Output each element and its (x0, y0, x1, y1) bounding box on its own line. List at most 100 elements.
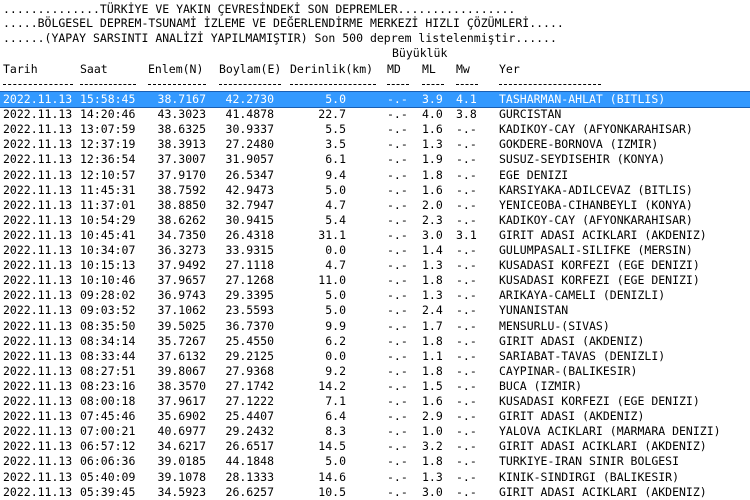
cell-lon: 26.4318 (225, 227, 274, 242)
cell-lat: 38.7592 (157, 182, 206, 197)
cell-mw: -.- (456, 348, 477, 363)
table-row[interactable]: 2022.11.13 10:15:13 37.9492 27.1118 4.7 -.- 1.… (0, 258, 750, 273)
cell-md: -.- (387, 424, 408, 439)
cell-time: 15:58:45 (80, 92, 136, 106)
table-row[interactable]: 2022.11.13 11:37:01 38.8850 32.7947 4.7 -.- 2.… (0, 198, 750, 213)
table-row[interactable]: 2022.11.13 10:45:41 34.7350 26.4318 31.1 -.- 3… (0, 228, 750, 243)
table-row[interactable]: 2022.11.13 08:00:18 37.9617 27.1222 7.1 -.- 1.… (0, 394, 750, 409)
cell-time: 12:36:54 (80, 152, 136, 167)
cell-mw: -.- (456, 378, 477, 393)
cell-mw: -.- (456, 303, 477, 318)
table-row[interactable]: 2022.11.13 07:00:21 40.6977 29.2432 8.3 -.- 1.… (0, 424, 750, 439)
col-header-depth[interactable]: Derinlik(km) (290, 62, 373, 76)
cell-place: MENSURLU-(SIVAS) (499, 318, 610, 333)
table-row[interactable]: 2022.11.13 07:45:46 35.6902 25.4407 6.4 -.- 2.… (0, 409, 750, 424)
cell-lat: 37.9617 (157, 394, 206, 408)
cell-time: 10:34:07 (80, 243, 136, 257)
table-row[interactable]: 2022.11.13 08:23:16 38.3570 27.1742 14.2 -.- 1… (0, 379, 750, 394)
cell-lon: 28.1333 (225, 469, 274, 484)
table-row[interactable]: 2022.11.13 13:07:59 38.6325 30.9337 5.5 -.- 1.… (0, 122, 750, 137)
cell-lat: 38.7167 (157, 92, 206, 106)
table-row[interactable]: 2022.11.13 06:06:36 39.0185 44.1848 5.0 -.- 1.… (0, 454, 750, 469)
table-row[interactable]: 2022.11.13 05:40:09 39.1078 28.1333 14.6 -.- 1… (0, 470, 750, 485)
cell-lon: 27.2480 (225, 137, 274, 152)
table-row[interactable]: 2022.11.13 09:03:52 37.1062 23.5593 5.0 -.- 2.… (0, 303, 750, 318)
col-header-lat[interactable]: Enlem(N) (148, 62, 203, 76)
table-row[interactable]: 2022.11.13 08:27:51 39.8067 27.9368 9.2 -.- 1.… (0, 364, 750, 379)
cell-lon: 30.9415 (225, 212, 274, 227)
cell-depth: 9.2 (325, 363, 346, 378)
cell-time: 09:03:52 (80, 303, 136, 318)
cell-place: SARIABAT-TAVAS (DENIZLI) (499, 348, 666, 363)
cell-mw: -.- (456, 363, 477, 378)
cell-time: 12:37:19 (80, 137, 136, 152)
cell-lat: 39.8067 (157, 363, 206, 378)
table-row-selected[interactable]: 2022.11.13 15:58:45 38.7167 42.2730 5.0 -.- 3.… (0, 91, 750, 108)
col-header-md[interactable]: MD (387, 62, 401, 76)
table-row[interactable]: 2022.11.13 10:54:29 38.6262 30.9415 5.4 -.- 2.… (0, 213, 750, 228)
table-row[interactable]: 2022.11.13 12:37:19 38.3913 27.2480 3.5 -.- 1.… (0, 137, 750, 152)
cell-place: KUSADASI KORFEZI (EGE DENIZI) (499, 394, 700, 408)
col-header-place[interactable]: Yer (499, 62, 520, 76)
col-header-date[interactable]: Tarih (3, 62, 38, 76)
col-header-ml[interactable]: ML (422, 62, 436, 76)
col-header-mw[interactable]: Mw (456, 62, 470, 76)
cell-lon: 32.7947 (225, 197, 274, 212)
separator-lon (219, 84, 281, 85)
cell-md: -.- (387, 454, 408, 469)
cell-date: 2022.11.13 (3, 243, 73, 257)
cell-lat: 39.0185 (157, 454, 206, 469)
table-row[interactable]: 2022.11.13 10:34:07 36.3273 33.9315 0.0 -.- 1.… (0, 243, 750, 258)
table-row[interactable]: 2022.11.13 08:34:14 35.7267 25.4550 6.2 -.- 1.… (0, 334, 750, 349)
cell-time: 08:23:16 (80, 378, 136, 393)
cell-mw: 3.1 (456, 227, 477, 242)
table-row[interactable]: 2022.11.13 10:10:46 37.9657 27.1268 11.0 -.- 1… (0, 273, 750, 288)
table-row[interactable]: 2022.11.13 14:20:46 43.3023 41.4878 22.7 -.- 4… (0, 107, 750, 122)
cell-date: 2022.11.13 (3, 454, 73, 469)
cell-depth: 9.4 (325, 167, 346, 182)
cell-place: GIRIT ADASI (AKDENIZ) (499, 333, 645, 348)
separator-ml (422, 84, 444, 85)
cell-ml: 2.4 (422, 303, 443, 318)
cell-md: -.- (387, 273, 408, 288)
table-row[interactable]: 2022.11.13 06:57:12 34.6217 26.6517 14.5 -.- 3… (0, 439, 750, 454)
cell-place: YUNANISTAN (499, 303, 569, 318)
cell-time: 14:20:46 (80, 107, 136, 122)
cell-md: -.- (387, 122, 408, 137)
cell-lon: 23.5593 (225, 303, 274, 318)
cell-md: -.- (387, 227, 408, 242)
cell-ml: 1.4 (422, 243, 443, 257)
table-row[interactable]: 2022.11.13 12:10:57 37.9170 26.5347 9.4 -.- 1.… (0, 168, 750, 183)
cell-lon: 41.4878 (225, 107, 274, 122)
cell-date: 2022.11.13 (3, 197, 73, 212)
cell-lon: 29.3395 (225, 288, 274, 303)
cell-lon: 36.7370 (225, 318, 274, 333)
cell-depth: 10.5 (318, 484, 346, 499)
cell-ml: 1.6 (422, 182, 443, 197)
cell-date: 2022.11.13 (3, 107, 73, 122)
cell-depth: 5.0 (325, 454, 346, 469)
cell-mw: -.- (456, 273, 477, 288)
cell-md: -.- (387, 439, 408, 454)
cell-date: 2022.11.13 (3, 409, 73, 424)
cell-md: -.- (387, 469, 408, 484)
cell-ml: 1.5 (422, 378, 443, 393)
cell-mw: 4.1 (456, 92, 477, 106)
cell-depth: 5.0 (325, 288, 346, 303)
cell-lat: 39.5025 (157, 318, 206, 333)
table-row[interactable]: 2022.11.13 09:28:02 36.9743 29.3395 5.0 -.- 1.… (0, 288, 750, 303)
table-row[interactable]: 2022.11.13 08:33:44 37.6132 29.2125 0.0 -.- 1.… (0, 349, 750, 364)
table-row[interactable]: 2022.11.13 11:45:31 38.7592 42.9473 5.0 -.- 1.… (0, 183, 750, 198)
cell-md: -.- (387, 258, 408, 273)
cell-depth: 7.1 (325, 394, 346, 408)
cell-depth: 5.0 (325, 303, 346, 318)
cell-place: GIRIT ADASI ACIKLARI (AKDENIZ) (499, 227, 707, 242)
cell-date: 2022.11.13 (3, 394, 73, 408)
cell-depth: 0.0 (325, 348, 346, 363)
col-header-lon[interactable]: Boylam(E) (219, 62, 281, 76)
table-row[interactable]: 2022.11.13 05:39:45 34.5923 26.6257 10.5 -.- 3… (0, 485, 750, 500)
col-header-time[interactable]: Saat (80, 62, 108, 76)
table-row[interactable]: 2022.11.13 12:36:54 37.3007 31.9057 6.1 -.- 1.… (0, 152, 750, 167)
table-row[interactable]: 2022.11.13 08:35:50 39.5025 36.7370 9.9 -.- 1.… (0, 319, 750, 334)
cell-mw: 3.8 (456, 107, 477, 122)
